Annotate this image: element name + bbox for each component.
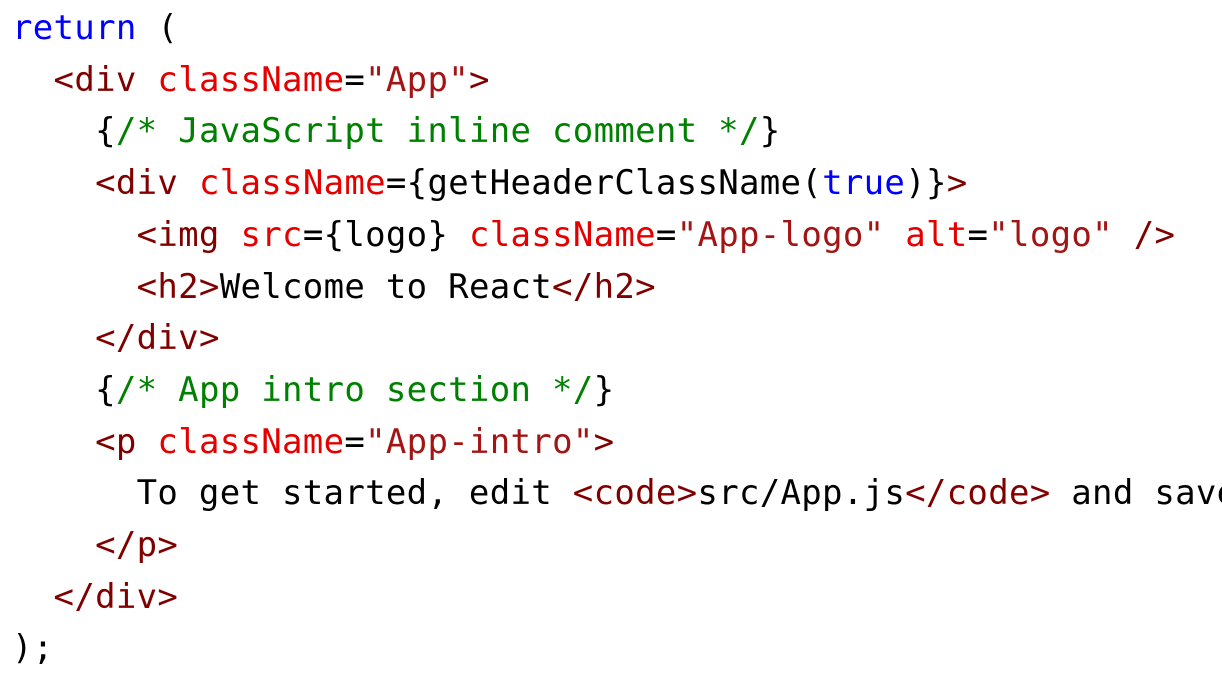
- code-token-plain: src/App.js: [697, 473, 906, 514]
- code-token-plain: =: [344, 59, 366, 100]
- code-token-string: "logo": [988, 214, 1113, 255]
- code-token-tag: <code>: [572, 473, 698, 514]
- code-token-plain: ={logo}: [302, 214, 469, 255]
- code-token-attr: alt: [905, 214, 968, 255]
- code-token-tag: <img: [136, 214, 220, 255]
- code-line-8: {/* App intro section */}: [12, 364, 614, 416]
- code-token-string: "App-logo": [676, 214, 885, 255]
- code-token-plain: }: [593, 369, 615, 410]
- code-token-plain: =: [655, 214, 677, 255]
- code-token-tag: />: [1133, 214, 1176, 255]
- code-token-tag: </code>: [905, 473, 1051, 514]
- code-line-4: <div className={getHeaderClassName(true)…: [12, 157, 968, 209]
- code-token-tag: </h2>: [552, 266, 656, 307]
- code-token-attr: className: [468, 214, 656, 255]
- code-token-tag: >: [593, 421, 615, 462]
- code-token-plain: =: [344, 421, 366, 462]
- code-token-attr: className: [157, 59, 345, 100]
- code-token-plain: =: [967, 214, 989, 255]
- code-line-5: <img src={logo} className="App-logo" alt…: [12, 209, 1175, 261]
- code-token-comment: /* App intro section */: [115, 369, 594, 410]
- code-token-plain: (: [136, 8, 179, 48]
- code-token-tag: <h2>: [136, 266, 220, 307]
- code-line-3: {/* JavaScript inline comment */}: [12, 105, 781, 157]
- code-token-plain: );: [12, 628, 54, 669]
- code-token-plain: Welcome to React: [219, 266, 553, 307]
- code-token-plain: To get started, edit: [12, 473, 573, 514]
- code-line-2: <div className="App">: [12, 54, 490, 106]
- code-line-9: <p className="App-intro">: [12, 416, 614, 468]
- code-line-12: </div>: [12, 571, 178, 623]
- code-token-plain: ={getHeaderClassName(: [385, 163, 823, 204]
- code-token-comment: /* JavaScript inline comment */: [115, 111, 760, 152]
- code-token-plain: and save: [1050, 473, 1222, 514]
- code-editor[interactable]: return ( <div className="App"> {/* JavaS…: [0, 0, 1222, 680]
- code-token-plain: }: [759, 111, 781, 152]
- code-token-plain: {: [12, 369, 116, 410]
- code-line-7: </div>: [12, 312, 220, 364]
- code-token-tag: >: [469, 59, 490, 100]
- code-line-6: <h2>Welcome to React</h2>: [12, 261, 656, 313]
- code-token-keyword: true: [822, 163, 906, 204]
- code-token-tag: <div: [53, 59, 137, 100]
- code-token-string: "App-intro": [365, 421, 594, 462]
- code-line-11: </p>: [12, 519, 178, 571]
- code-line-13: );: [12, 622, 54, 674]
- code-token-tag: >: [946, 163, 968, 204]
- code-token-tag: <div: [95, 163, 179, 204]
- code-token-tag: </div>: [95, 318, 220, 359]
- code-token-plain: )}: [905, 163, 947, 204]
- code-line-10: To get started, edit <code>src/App.js</c…: [12, 467, 1222, 519]
- code-token-string: "App": [365, 59, 469, 100]
- code-token-tag: <p: [95, 421, 137, 462]
- code-token-tag: </p>: [95, 525, 179, 565]
- code-token-attr: className: [157, 421, 345, 462]
- code-token-keyword: return: [12, 8, 137, 48]
- code-token-attr: src: [240, 214, 303, 255]
- code-token-plain: {: [12, 111, 116, 152]
- code-line-1: return (: [12, 2, 178, 54]
- code-token-tag: </div>: [53, 576, 179, 617]
- code-token-attr: className: [198, 163, 386, 204]
